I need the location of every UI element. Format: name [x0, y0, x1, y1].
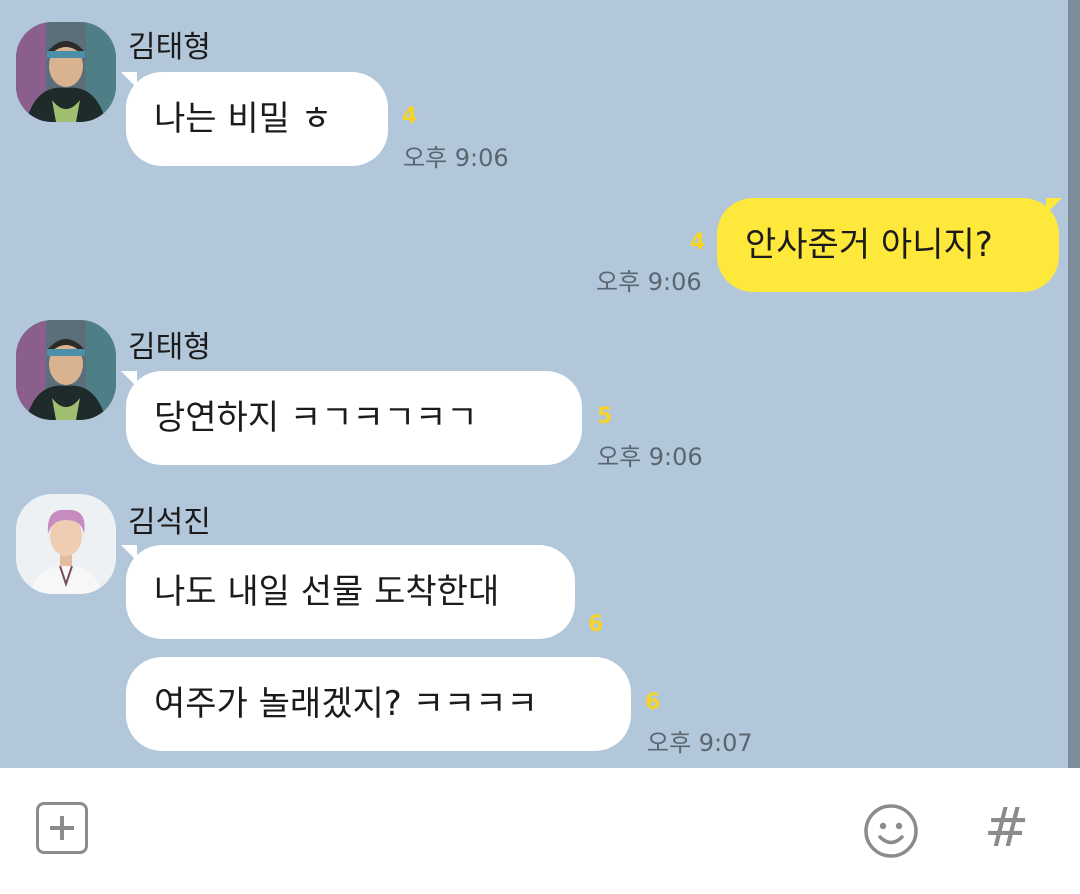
profile-photo-icon — [16, 494, 116, 594]
scrollbar[interactable] — [1068, 0, 1080, 768]
chat-area[interactable]: 김태형 나는 비밀 ㅎ 4 오후 9:06 4 오후 9:06 안사준거 아니지… — [0, 0, 1068, 768]
profile-photo-icon — [16, 320, 116, 420]
message-time: 오후 9:06 — [597, 443, 703, 471]
sender-name: 김태형 — [128, 330, 211, 365]
message-time: 오후 9:06 — [596, 268, 702, 296]
message-bubble[interactable]: 나는 비밀 ㅎ — [126, 72, 388, 166]
message-time: 오후 9:06 — [403, 144, 509, 172]
avatar-kim-taehyung[interactable] — [16, 22, 116, 122]
unread-count: 4 — [690, 230, 706, 255]
plus-icon[interactable] — [36, 802, 88, 854]
profile-photo-icon — [16, 22, 116, 122]
message-bubble[interactable]: 여주가 놀래겠지? ㅋㅋㅋㅋ — [126, 657, 631, 751]
message-time: 오후 9:07 — [647, 729, 753, 757]
unread-count: 6 — [588, 612, 604, 637]
avatar-kim-seokjin[interactable] — [16, 494, 116, 594]
message-bubble[interactable]: 당연하지 ㅋㄱㅋㄱㅋㄱ — [126, 371, 582, 465]
bubble-tail — [1046, 198, 1062, 214]
my-message-bubble[interactable]: 안사준거 아니지? — [717, 198, 1059, 292]
unread-count: 4 — [402, 104, 418, 129]
avatar-kim-taehyung[interactable] — [16, 320, 116, 420]
unread-count: 6 — [645, 690, 661, 715]
message-bubble[interactable]: 나도 내일 선물 도착한대 — [126, 545, 575, 639]
sender-name: 김석진 — [128, 505, 211, 540]
sender-name: 김태형 — [128, 30, 211, 65]
unread-count: 5 — [597, 404, 613, 429]
emoji-icon[interactable] — [862, 802, 920, 860]
hashtag-icon[interactable]: # — [984, 798, 1029, 858]
message-input-bar[interactable]: # — [0, 768, 1080, 894]
